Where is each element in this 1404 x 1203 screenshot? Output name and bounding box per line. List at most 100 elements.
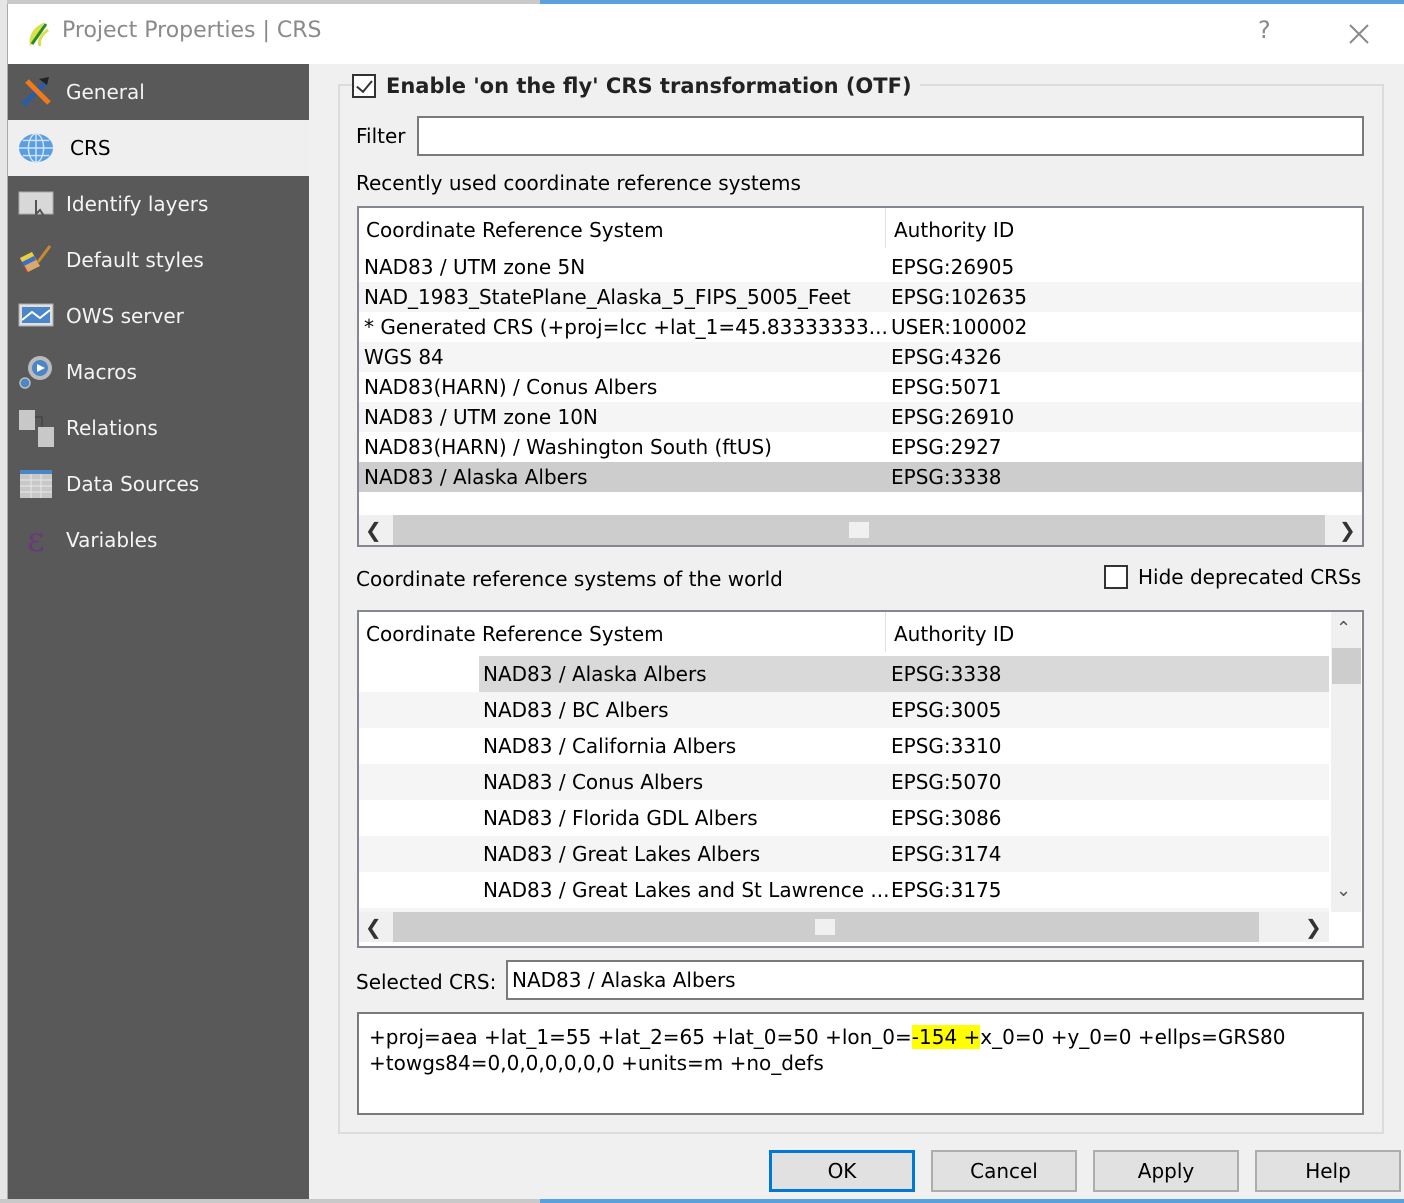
sidebar-item-crs[interactable]: CRS [8,120,309,176]
scroll-up-icon[interactable]: ⌃ [1336,618,1351,639]
sidebar-item-label: Variables [66,528,158,552]
sidebar-item-general[interactable]: General [8,64,309,120]
table-row[interactable]: * Generated CRS (+proj=lcc +lat_1=45.833… [359,312,1362,342]
authority-id: EPSG:3338 [891,465,1002,489]
table-row[interactable]: NAD83(HARN) / Washington South (ftUS) EPS… [359,432,1362,462]
column-header-crs[interactable]: Coordinate Reference System [366,218,664,242]
proj-definition-text[interactable]: +proj=aea +lat_1=55 +lat_2=65 +lat_0=50 … [357,1012,1364,1115]
authority-id: USER:100002 [891,315,1028,339]
crs-name: NAD_1983_StatePlane_Alaska_5_FIPS_5005_F… [364,285,851,309]
crs-name: NAD83 / Florida GDL Albers [483,806,758,830]
sidebar-item-label: CRS [70,136,111,160]
hammer-wrench-icon [18,74,54,110]
sidebar-item-relations[interactable]: Relations [8,400,309,456]
sidebar-item-label: Identify layers [66,192,209,216]
selected-crs-value: NAD83 / Alaska Albers [512,968,736,992]
sidebar-item-default-styles[interactable]: Default styles [8,232,309,288]
sidebar-item-label: OWS server [66,304,184,328]
sidebar-item-macros[interactable]: Macros [8,344,309,400]
crs-name: NAD83(HARN) / Washington South (ftUS) [364,435,772,459]
crs-name: NAD83 / Alaska Albers [364,465,588,489]
close-icon[interactable] [1341,16,1377,52]
table-header: Coordinate Reference System Authority ID [359,612,1329,656]
globe-icon [18,130,54,166]
cancel-button[interactable]: Cancel [931,1150,1077,1192]
hide-deprecated-checkbox[interactable]: Hide deprecated CRSs [1104,565,1361,589]
sidebar-item-label: Data Sources [66,472,200,496]
sidebar-item-ows-server[interactable]: OWS server [8,288,309,344]
ows-server-icon [18,298,54,334]
column-header-authority-id[interactable]: Authority ID [894,218,1014,242]
authority-id: EPSG:5070 [891,770,1002,794]
table-row[interactable]: NAD83 / Great Lakes and St Lawrence ... E… [359,872,1329,908]
horizontal-scrollbar[interactable]: ❮ ❯ [359,515,1362,545]
table-row[interactable]: NAD83 / Conus Albers EPSG:5070 [359,764,1329,800]
crs-name: NAD83 / Alaska Albers [483,662,707,686]
table-row[interactable]: NAD_1983_StatePlane_Alaska_5_FIPS_5005_F… [359,282,1362,312]
sidebar-item-identify-layers[interactable]: Identify layers [8,176,309,232]
scroll-left-icon[interactable]: ❮ [365,915,382,939]
crs-name: NAD83 / Great Lakes Albers [483,842,761,866]
authority-id: EPSG:3174 [891,842,1002,866]
table-row-selected[interactable]: NAD83 / Alaska Albers EPSG:3338 [359,462,1362,492]
table-row[interactable]: NAD83(HARN) / Conus Albers EPSG:5071 [359,372,1362,402]
vertical-scrollbar[interactable]: ⌃ ⌄ [1331,612,1361,912]
table-row[interactable]: NAD83 / UTM zone 5N EPSG:26905 [359,252,1362,282]
authority-id: EPSG:3005 [891,698,1002,722]
recent-crs-table: Coordinate Reference System Authority ID… [357,206,1364,547]
scroll-left-icon[interactable]: ❮ [365,518,382,542]
title-bar[interactable]: Project Properties | CRS ? [8,4,1404,64]
epsilon-icon: ε [27,520,45,560]
crs-name: NAD83 / BC Albers [483,698,669,722]
hide-deprecated-label: Hide deprecated CRSs [1138,565,1362,589]
paintbrush-icon [18,242,54,278]
recent-crs-label: Recently used coordinate reference syste… [356,171,801,195]
table-row[interactable]: NAD83 / BC Albers EPSG:3005 [359,692,1329,728]
otf-checkbox[interactable]: Enable 'on the fly' CRS transformation (… [352,70,920,102]
scroll-right-icon[interactable]: ❯ [1305,915,1322,939]
sidebar-item-label: Relations [66,416,158,440]
table-row[interactable]: NAD83 / Great Lakes Albers EPSG:3174 [359,836,1329,872]
crs-name: WGS 84 [364,345,444,369]
scroll-down-icon[interactable]: ⌄ [1336,880,1351,901]
authority-id: EPSG:3175 [891,878,1002,902]
horizontal-scrollbar[interactable]: ❮ ❯ [359,912,1329,942]
proj-text: x_0=0 +y_0=0 +ellps=GRS80 [980,1025,1286,1049]
table-row[interactable]: NAD83 / UTM zone 10N EPSG:26910 [359,402,1362,432]
sidebar-item-variables[interactable]: ε Variables [8,512,309,568]
column-header-crs[interactable]: Coordinate Reference System [366,622,664,646]
table-icon [18,466,54,502]
table-row[interactable]: NAD83 / Florida GDL Albers EPSG:3086 [359,800,1329,836]
hide-deprecated-checkbox-box[interactable] [1104,565,1128,589]
crs-name: NAD83 / Conus Albers [483,770,704,794]
table-row[interactable]: WGS 84 EPSG:4326 [359,342,1362,372]
scroll-right-icon[interactable]: ❯ [1339,518,1356,542]
highlighted-lon-value: -154 + [911,1025,981,1049]
scrollbar-thumb[interactable] [1332,648,1361,684]
authority-id: EPSG:4326 [891,345,1002,369]
help-icon[interactable]: ? [1258,16,1271,44]
authority-id: EPSG:3086 [891,806,1002,830]
ok-button[interactable]: OK [769,1150,915,1192]
scrollbar-thumb[interactable] [849,522,869,538]
qgis-logo-icon [29,22,49,47]
otf-checkbox-label: Enable 'on the fly' CRS transformation (… [386,74,912,98]
background-window-edge [0,1199,1404,1203]
proj-line-1: +proj=aea +lat_1=55 +lat_2=65 +lat_0=50 … [369,1024,1352,1050]
otf-checkbox-box[interactable] [352,74,376,98]
table-row-selected[interactable]: NAD83 / Alaska Albers EPSG:3338 [359,656,1329,692]
filter-input[interactable] [417,116,1364,156]
apply-button[interactable]: Apply [1093,1150,1239,1192]
selected-crs-label: Selected CRS: [356,970,497,994]
column-header-authority-id[interactable]: Authority ID [894,622,1014,646]
project-properties-dialog: Project Properties | CRS ? General CRS I… [7,4,1404,1199]
world-crs-table: Coordinate Reference System Authority ID… [357,610,1364,948]
crs-name: NAD83 / UTM zone 5N [364,255,586,279]
sidebar-item-data-sources[interactable]: Data Sources [8,456,309,512]
sidebar-item-label: Macros [66,360,137,384]
table-row[interactable]: NAD83 / California Albers EPSG:3310 [359,728,1329,764]
help-button[interactable]: Help [1255,1150,1401,1192]
table-header: Coordinate Reference System Authority ID [359,208,1362,252]
proj-line-2: +towgs84=0,0,0,0,0,0,0 +units=m +no_defs [369,1051,824,1075]
scrollbar-thumb[interactable] [815,919,835,935]
